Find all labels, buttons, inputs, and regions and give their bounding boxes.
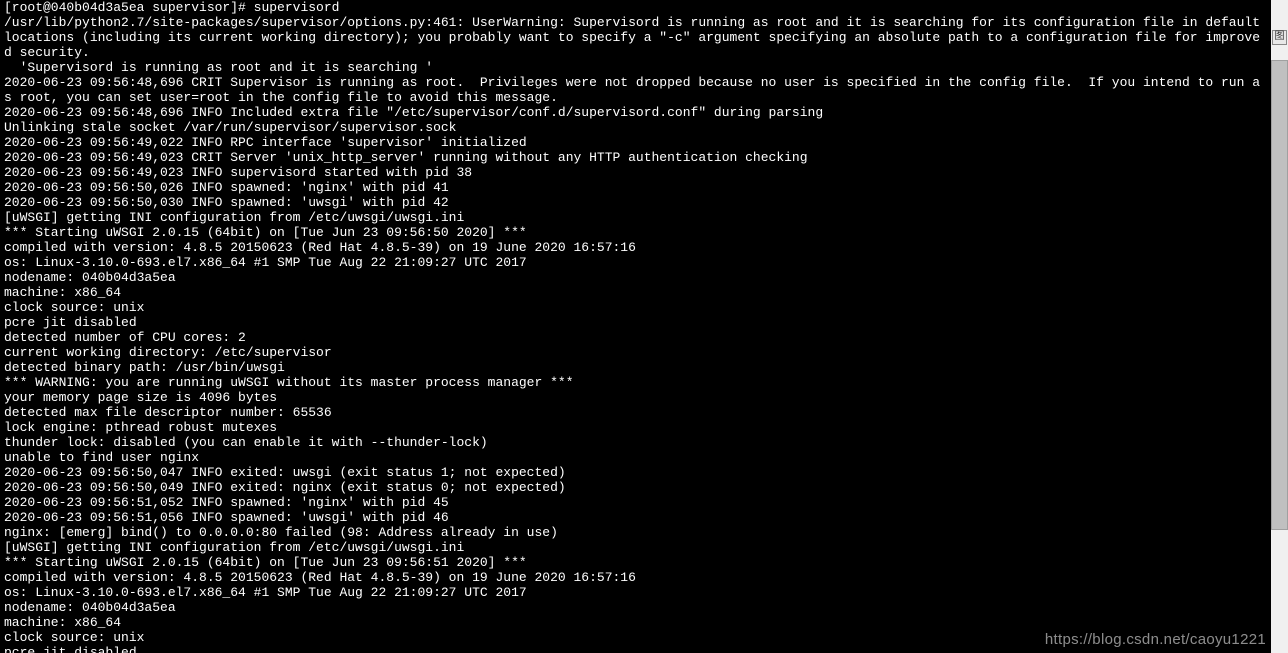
- image-placeholder-icon: 图: [1272, 30, 1287, 45]
- scrollbar-track[interactable]: [1271, 0, 1288, 653]
- terminal-output[interactable]: [root@040b04d3a5ea supervisor]# supervis…: [0, 0, 1270, 653]
- scrollbar-thumb[interactable]: [1271, 60, 1288, 530]
